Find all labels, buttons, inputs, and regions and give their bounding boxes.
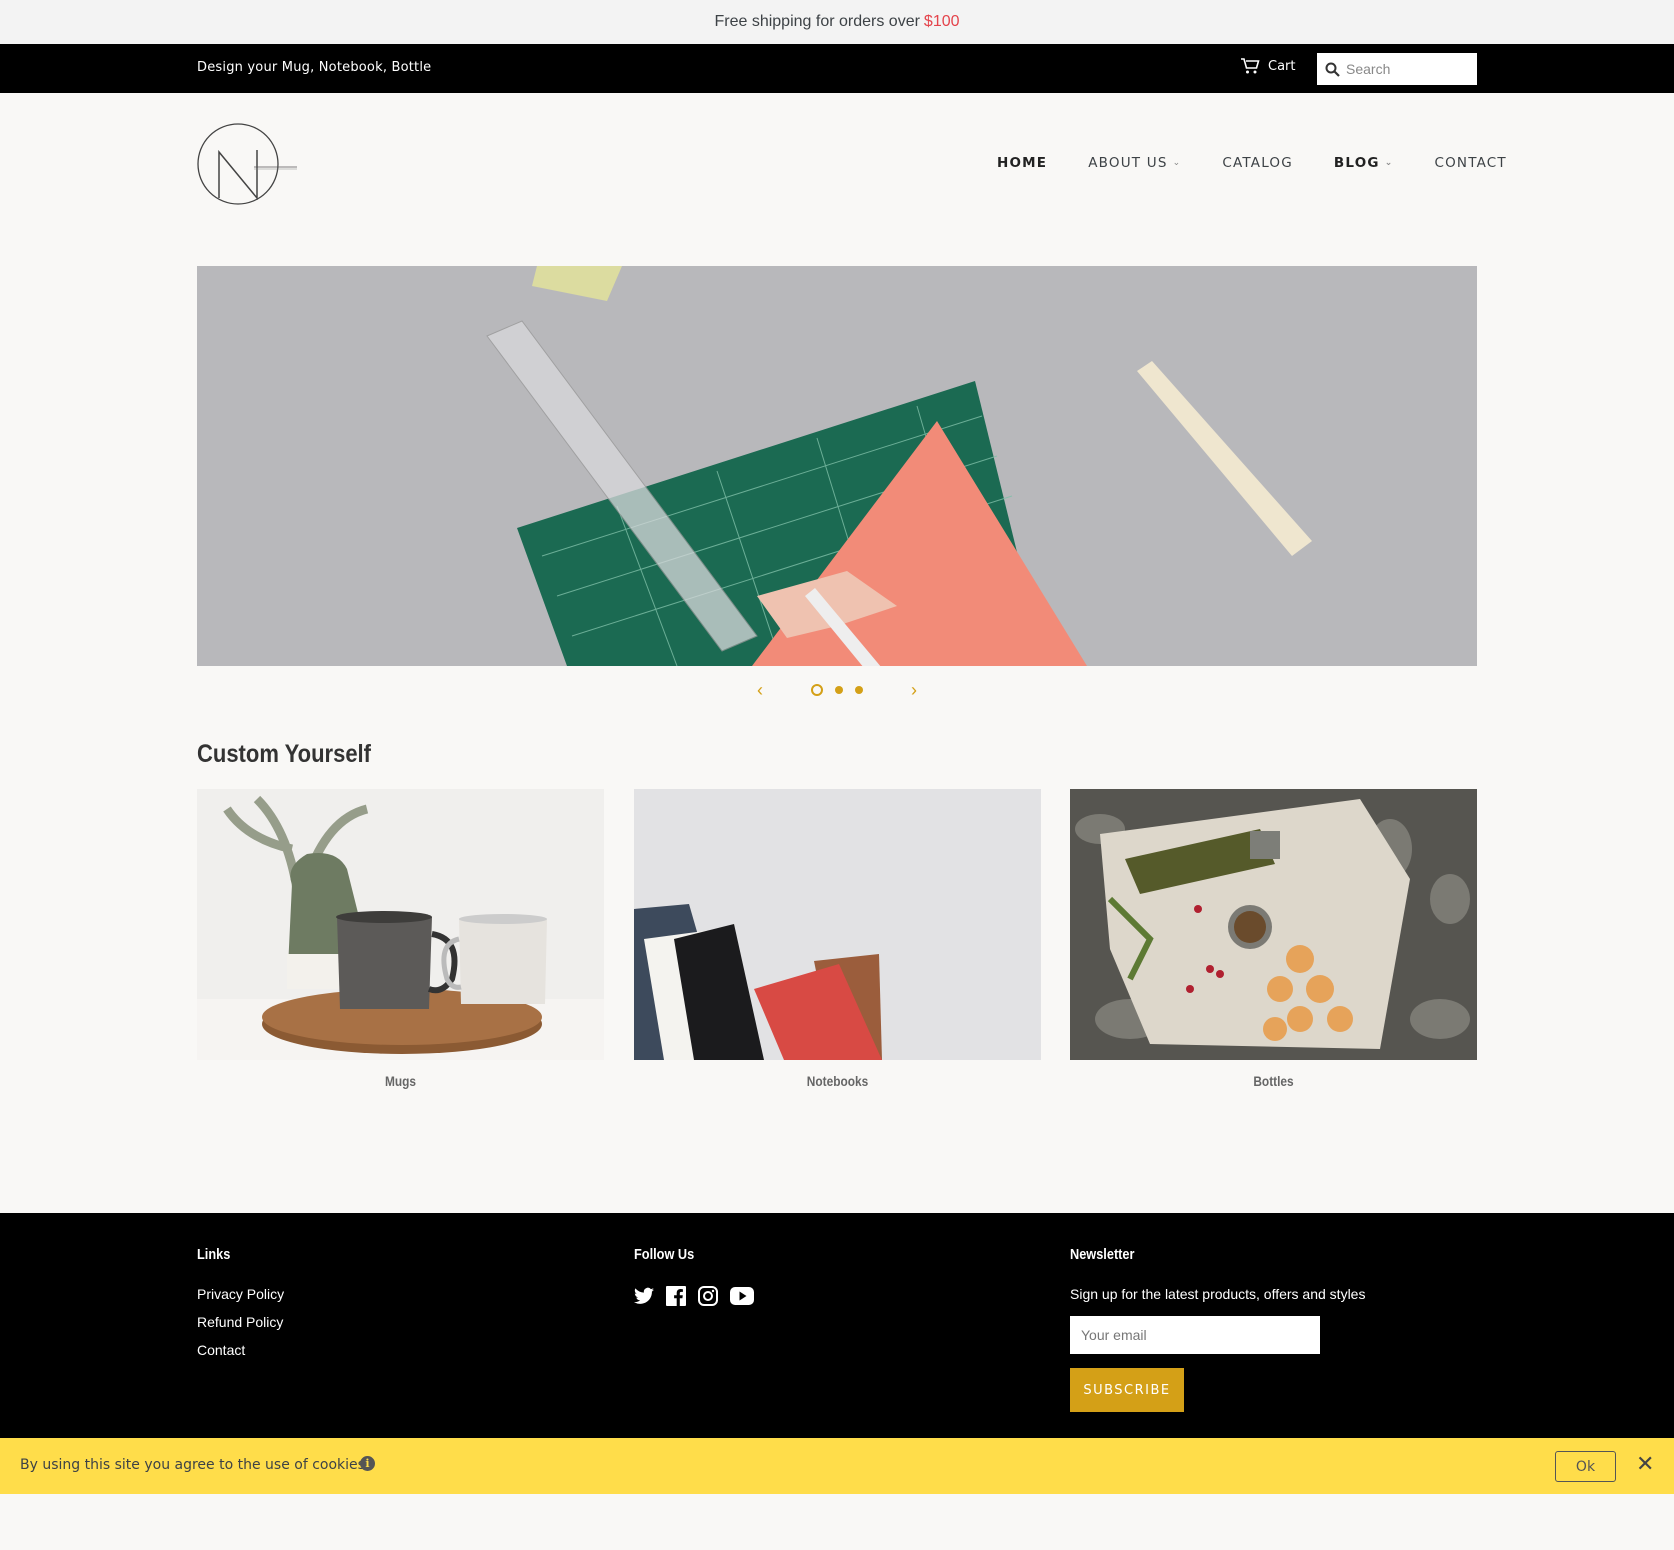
main-nav: HOME ABOUT US ⌄ CATALOG BLOG ⌄ CONTACT bbox=[997, 155, 1507, 171]
chevron-down-icon: ⌄ bbox=[1172, 158, 1182, 168]
footer-links-title: Links bbox=[197, 1246, 231, 1263]
cart-icon bbox=[1241, 58, 1260, 74]
site-footer: Links Privacy Policy Refund Policy Conta… bbox=[0, 1213, 1674, 1438]
footer-follow-title: Follow Us bbox=[634, 1246, 695, 1263]
newsletter-text: Sign up for the latest products, offers … bbox=[1070, 1286, 1366, 1302]
hero-image bbox=[197, 266, 1477, 666]
announcement-price: $100 bbox=[923, 13, 960, 30]
footer-link-privacy[interactable]: Privacy Policy bbox=[197, 1286, 284, 1302]
cookie-message: By using this site you agree to the use … bbox=[20, 1457, 370, 1473]
nav-home-label: HOME bbox=[997, 155, 1048, 171]
top-bar: Design your Mug, Notebook, Bottle Cart bbox=[0, 44, 1674, 93]
slide-dot-3[interactable] bbox=[855, 686, 863, 694]
collection-label: Bottles bbox=[1253, 1073, 1294, 1089]
mugs-image bbox=[197, 789, 604, 1060]
footer-link-contact[interactable]: Contact bbox=[197, 1342, 284, 1358]
slide-dot-2[interactable] bbox=[835, 686, 843, 694]
cookie-banner: By using this site you agree to the use … bbox=[0, 1438, 1674, 1494]
slide-next-button[interactable]: › bbox=[899, 680, 929, 700]
collection-notebooks[interactable]: Notebooks bbox=[634, 789, 1041, 1089]
search-input[interactable] bbox=[1346, 61, 1466, 77]
notebooks-image bbox=[634, 789, 1041, 1060]
nav-blog[interactable]: BLOG ⌄ bbox=[1334, 155, 1394, 171]
footer-newsletter: Newsletter Sign up for the latest produc… bbox=[1070, 1246, 1365, 1412]
collection-label: Notebooks bbox=[806, 1073, 869, 1089]
collection-mugs[interactable]: Mugs bbox=[197, 789, 604, 1089]
footer-follow: Follow Us bbox=[634, 1246, 754, 1306]
slideshow-controls: ‹ › bbox=[0, 680, 1674, 700]
collection-bottles[interactable]: Bottles bbox=[1070, 789, 1477, 1089]
footer-links: Links Privacy Policy Refund Policy Conta… bbox=[197, 1246, 284, 1370]
twitter-icon[interactable] bbox=[634, 1287, 654, 1305]
bottles-image bbox=[1070, 789, 1477, 1060]
email-field[interactable] bbox=[1070, 1316, 1320, 1354]
nav-contact[interactable]: CONTACT bbox=[1434, 155, 1506, 171]
nav-about-label: ABOUT US bbox=[1088, 155, 1168, 171]
hero-slideshow[interactable] bbox=[197, 266, 1477, 666]
youtube-icon[interactable] bbox=[730, 1286, 754, 1306]
nav-about[interactable]: ABOUT US ⌄ bbox=[1088, 155, 1181, 171]
announcement-bar: Free shipping for orders over $100 bbox=[0, 0, 1674, 44]
cart-label: Cart bbox=[1268, 58, 1296, 74]
announcement-text: Free shipping for orders over bbox=[714, 13, 920, 30]
nav-blog-label: BLOG bbox=[1333, 155, 1380, 171]
nav-contact-label: CONTACT bbox=[1434, 155, 1507, 171]
instagram-icon[interactable] bbox=[698, 1286, 718, 1306]
chevron-down-icon: ⌄ bbox=[1384, 158, 1394, 168]
close-icon[interactable]: ✕ bbox=[1636, 1454, 1654, 1476]
collection-label: Mugs bbox=[384, 1073, 417, 1089]
footer-link-refund[interactable]: Refund Policy bbox=[197, 1314, 284, 1330]
nav-home[interactable]: HOME bbox=[997, 155, 1047, 171]
site-logo[interactable] bbox=[197, 122, 301, 208]
nav-catalog[interactable]: CATALOG bbox=[1222, 155, 1293, 171]
slide-prev-button[interactable]: ‹ bbox=[745, 680, 775, 700]
slide-dot-1[interactable] bbox=[811, 684, 823, 696]
footer-newsletter-title: Newsletter bbox=[1070, 1246, 1135, 1263]
cart-link[interactable]: Cart bbox=[1240, 57, 1296, 75]
logo-mark bbox=[197, 123, 297, 205]
section-title: Custom Yourself bbox=[197, 740, 371, 768]
search-box[interactable] bbox=[1317, 53, 1477, 85]
subscribe-button[interactable]: SUBSCRIBE bbox=[1070, 1368, 1184, 1412]
cookie-ok-button[interactable]: Ok bbox=[1555, 1451, 1616, 1482]
info-icon[interactable]: i bbox=[360, 1456, 375, 1471]
search-icon[interactable] bbox=[1325, 62, 1340, 77]
nav-catalog-label: CATALOG bbox=[1222, 155, 1293, 171]
facebook-icon[interactable] bbox=[666, 1286, 686, 1306]
tagline: Design your Mug, Notebook, Bottle bbox=[197, 60, 432, 75]
